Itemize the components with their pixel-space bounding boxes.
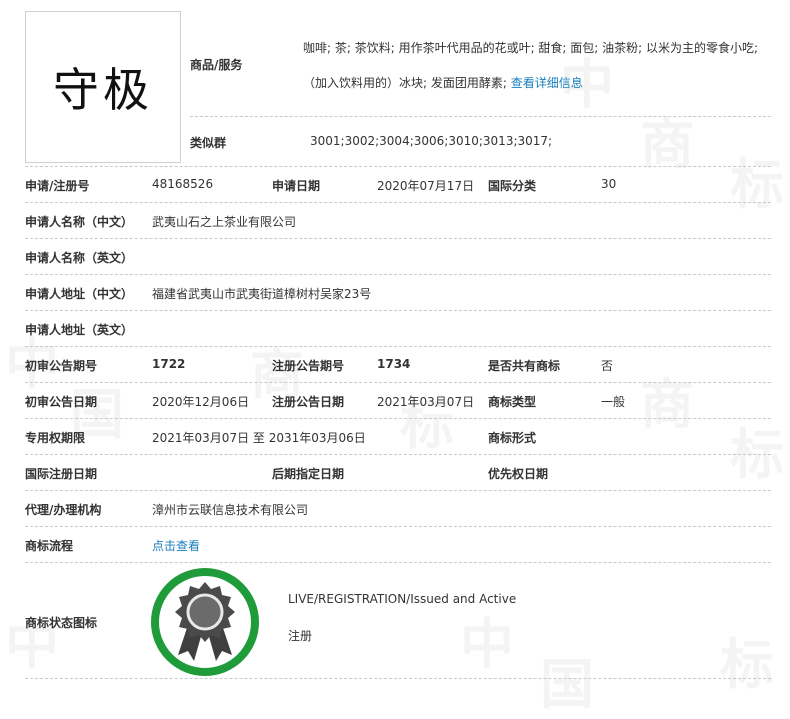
shared-mark-value: 否 bbox=[601, 359, 614, 373]
divider bbox=[25, 418, 771, 419]
address-cn-label: 申请人地址（中文） bbox=[25, 287, 134, 301]
status-cn: 注册 bbox=[288, 629, 313, 643]
agent-value: 漳州市云联信息技术有限公司 bbox=[152, 503, 309, 517]
priority-date-label: 优先权日期 bbox=[488, 467, 549, 481]
divider bbox=[25, 310, 771, 311]
status-icon-label: 商标状态图标 bbox=[25, 616, 98, 630]
prelim-issue-label: 初审公告期号 bbox=[25, 359, 98, 373]
divider bbox=[25, 562, 771, 563]
process-label: 商标流程 bbox=[25, 539, 74, 553]
later-designation-label: 后期指定日期 bbox=[272, 467, 345, 481]
mark-type-label: 商标类型 bbox=[488, 395, 537, 409]
trademark-detail: 守极 商品/服务 咖啡; 茶; 茶饮料; 用作茶叶代用品的花或叶; 甜食; 面包… bbox=[0, 0, 790, 681]
similar-group-value: 3001;3002;3004;3006;3010;3013;3017; bbox=[310, 134, 553, 148]
shared-mark-label: 是否共有商标 bbox=[488, 359, 561, 373]
applicant-cn-value: 武夷山石之上茶业有限公司 bbox=[152, 215, 297, 229]
applicant-cn-label: 申请人名称（中文） bbox=[25, 215, 134, 229]
reg-issue-value: 1734 bbox=[377, 357, 411, 371]
view-process-link[interactable]: 点击查看 bbox=[152, 537, 200, 554]
divider bbox=[190, 116, 771, 117]
reg-issue-label: 注册公告期号 bbox=[272, 359, 345, 373]
trademark-image: 守极 bbox=[25, 11, 181, 163]
divider bbox=[25, 490, 771, 491]
view-details-link[interactable]: 查看详细信息 bbox=[511, 76, 583, 90]
trademark-name: 守极 bbox=[53, 63, 153, 117]
goods-services-line-2: （加入饮料用的）冰块; 发面团用酵素; 查看详细信息 bbox=[303, 74, 583, 91]
address-en-label: 申请人地址（英文） bbox=[25, 323, 134, 337]
status-en: LIVE/REGISTRATION/Issued and Active bbox=[288, 592, 517, 606]
apply-date-value: 2020年07月17日 bbox=[377, 179, 475, 193]
intl-class-label: 国际分类 bbox=[488, 179, 537, 193]
prelim-issue-value: 1722 bbox=[152, 357, 186, 371]
divider bbox=[25, 238, 771, 239]
applicant-en-label: 申请人名称（英文） bbox=[25, 251, 134, 265]
agent-label: 代理/办理机构 bbox=[25, 503, 102, 517]
goods-services-label: 商品/服务 bbox=[190, 58, 243, 72]
divider bbox=[25, 346, 771, 347]
divider bbox=[25, 382, 771, 383]
divider bbox=[25, 454, 771, 455]
prelim-date-label: 初审公告日期 bbox=[25, 395, 98, 409]
apply-date-label: 申请日期 bbox=[272, 179, 321, 193]
mark-type-value: 一般 bbox=[601, 395, 626, 409]
divider bbox=[25, 526, 771, 527]
address-cn-value: 福建省武夷山市武夷街道樟树村吴家23号 bbox=[152, 287, 372, 301]
divider bbox=[25, 166, 771, 167]
divider bbox=[25, 274, 771, 275]
exclusive-period-label: 专用权期限 bbox=[25, 431, 86, 445]
reg-no-value: 48168526 bbox=[152, 177, 214, 191]
divider bbox=[25, 678, 771, 679]
award-rosette-icon bbox=[150, 567, 260, 677]
reg-date-label: 注册公告日期 bbox=[272, 395, 345, 409]
divider bbox=[25, 202, 771, 203]
goods-services-line-1: 咖啡; 茶; 茶饮料; 用作茶叶代用品的花或叶; 甜食; 面包; 油茶粉; 以米… bbox=[303, 41, 759, 55]
prelim-date-value: 2020年12月06日 bbox=[152, 395, 250, 409]
intl-class-value: 30 bbox=[601, 177, 617, 191]
intl-reg-date-label: 国际注册日期 bbox=[25, 467, 98, 481]
similar-group-label: 类似群 bbox=[190, 136, 227, 150]
goods-services-line-2-text: （加入饮料用的）冰块; 发面团用酵素; bbox=[303, 76, 507, 90]
exclusive-period-value: 2021年03月07日 至 2031年03月06日 bbox=[152, 431, 366, 445]
reg-date-value: 2021年03月07日 bbox=[377, 395, 475, 409]
reg-no-label: 申请/注册号 bbox=[25, 179, 90, 193]
mark-form-label: 商标形式 bbox=[488, 431, 537, 445]
